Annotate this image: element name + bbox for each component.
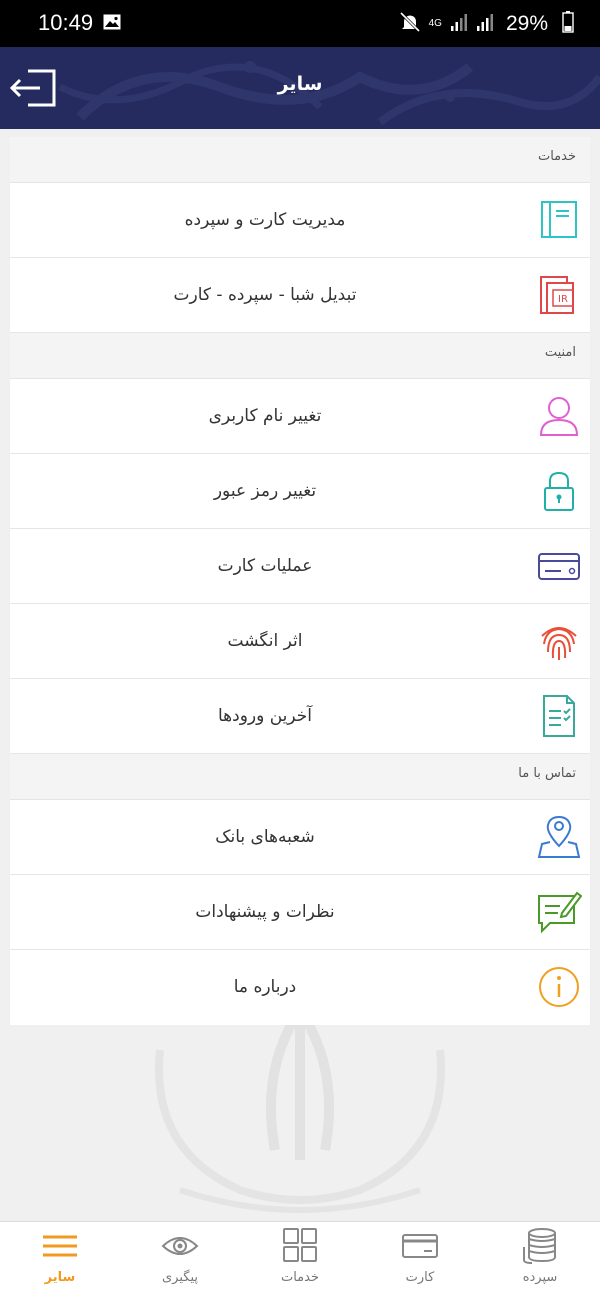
menu-item-change-username[interactable]: تغییر نام کاربری <box>10 379 590 454</box>
card-icon <box>538 553 580 580</box>
network-type-label: 4G <box>428 18 442 29</box>
mute-icon <box>399 11 421 37</box>
page-title: سایر <box>277 73 323 95</box>
menu-item-label: عملیات کارت <box>217 556 313 576</box>
card-icon <box>402 1234 438 1258</box>
menu-item-fingerprint[interactable]: اثر انگشت <box>10 604 590 679</box>
menu-item-label: شعبه‌های بانک <box>215 827 315 847</box>
menu-item-label: آخرین ورودها <box>217 706 313 726</box>
status-bar: 10:49 4G 29% <box>0 0 600 47</box>
eye-icon <box>161 1237 199 1255</box>
nav-tab-label: خدمات <box>280 1270 320 1285</box>
checklist-icon <box>543 695 575 737</box>
menu-item-change-password[interactable]: تغییر رمز عبور <box>10 454 590 529</box>
menu-item-feedback[interactable]: نظرات و پیشنهادات <box>10 875 590 950</box>
menu-item-label: تغییر رمز عبور <box>213 481 317 501</box>
menu-item-last-logins[interactable]: آخرین ورودها <box>10 679 590 754</box>
menu-item-about-us[interactable]: درباره ما <box>10 950 590 1025</box>
section-header-security: امنیت <box>10 333 590 379</box>
menu-item-card-operations[interactable]: عملیات کارت <box>10 529 590 604</box>
iban-convert-icon: IR <box>540 276 574 314</box>
nav-tab-label: سپرده <box>522 1270 558 1285</box>
grid-icon <box>283 1228 317 1262</box>
menu-item-label: نظرات و پیشنهادات <box>195 902 335 922</box>
nav-tab-label: کارت <box>405 1270 435 1285</box>
nav-tab-services[interactable]: خدمات <box>240 1222 360 1300</box>
menu-item-label: مدیریت کارت و سپرده <box>184 210 346 230</box>
feedback-icon <box>538 891 582 934</box>
signal-icon <box>450 12 468 36</box>
nav-tab-card[interactable]: کارت <box>360 1222 480 1300</box>
signal-icon-2 <box>476 12 494 36</box>
status-time: 10:49 <box>38 10 94 35</box>
battery-level: 29% <box>505 12 548 35</box>
nav-tab-label: سایر <box>44 1270 76 1285</box>
info-icon <box>539 967 579 1007</box>
nav-tab-other[interactable]: سایر <box>0 1222 120 1300</box>
app-header: سایر <box>0 47 600 129</box>
menu-item-iban-conversion[interactable]: تبدیل شبا - سپرده - کارت IR <box>10 258 590 333</box>
nav-tab-tracking[interactable]: پیگیری <box>120 1222 240 1300</box>
menu-item-label: تغییر نام کاربری <box>208 406 322 426</box>
nav-tab-label: پیگیری <box>162 1270 198 1285</box>
menu-item-bank-branches[interactable]: شعبه‌های بانک <box>10 800 590 875</box>
gallery-icon <box>103 14 121 34</box>
battery-icon <box>562 11 574 37</box>
card-deposit-management-icon <box>541 201 577 238</box>
menu-icon <box>43 1235 77 1257</box>
map-pin-icon <box>537 815 581 858</box>
fingerprint-icon <box>541 627 577 660</box>
nav-tab-deposit[interactable]: سپرده <box>480 1222 600 1300</box>
svg-text:IR: IR <box>558 294 568 305</box>
bottom-navigation: سایر پیگیری خدمات کارت سپرده <box>0 1221 600 1300</box>
section-header-services: خدمات <box>10 137 590 183</box>
menu-item-card-deposit-management[interactable]: مدیریت کارت و سپرده <box>10 183 590 258</box>
menu-item-label: تبدیل شبا - سپرده - کارت <box>173 285 357 305</box>
coins-icon <box>523 1228 556 1264</box>
menu-list: خدمات مدیریت کارت و سپرده تبدیل شبا - سپ… <box>10 137 590 1025</box>
menu-item-label: درباره ما <box>233 977 297 997</box>
section-header-contact: تماس با ما <box>10 754 590 800</box>
lock-icon <box>544 471 574 511</box>
menu-item-label: اثر انگشت <box>227 631 303 651</box>
user-icon <box>539 397 579 436</box>
